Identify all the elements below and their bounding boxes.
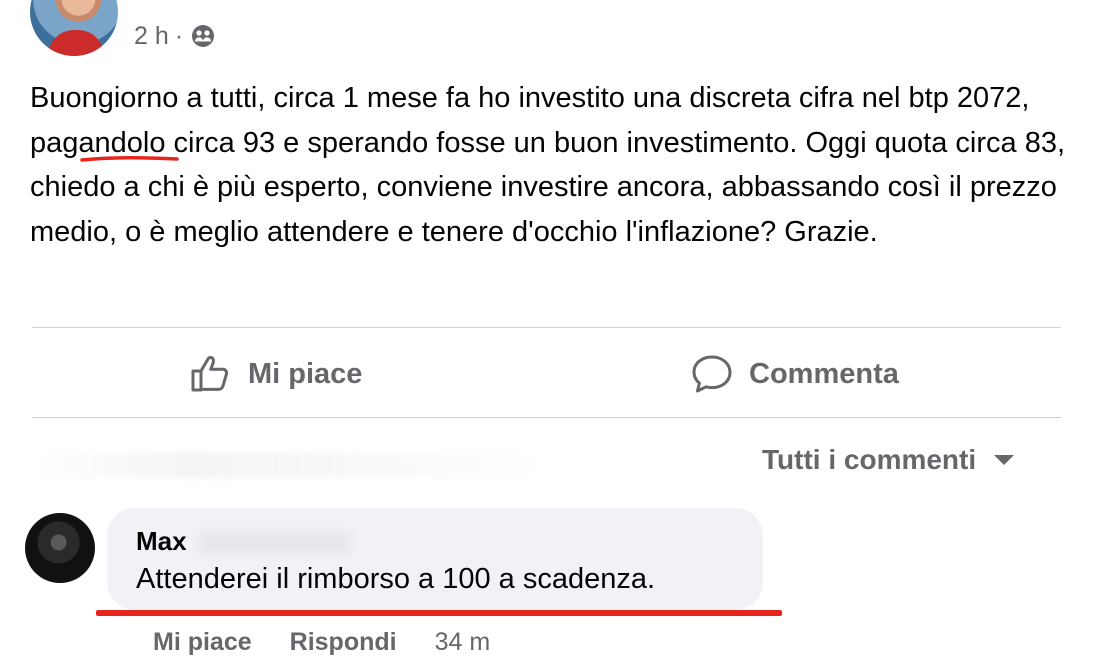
comments-filter-button[interactable]: Tutti i commenti: [762, 440, 1015, 480]
speech-bubble-icon: [692, 355, 732, 393]
divider: [32, 417, 1061, 418]
post-text: Buongiorno a tutti, circa 1 mese fa ho i…: [30, 82, 1066, 248]
commenter-avatar[interactable]: [25, 513, 95, 583]
divider: [32, 327, 1061, 328]
blurred-reactions: [34, 452, 544, 478]
comment-label: Commenta: [749, 357, 899, 390]
comment-actions: Mi piace Rispondi 34 m: [153, 628, 490, 657]
comment-author[interactable]: Max: [136, 526, 187, 557]
friends-icon[interactable]: [191, 24, 215, 48]
caret-down-icon: [994, 455, 1015, 465]
comments-filter-label: Tutti i commenti: [762, 444, 977, 475]
comment-text: Attenderei il rimborso a 100 a scadenza.: [136, 563, 656, 595]
post-time[interactable]: 2 h: [134, 22, 169, 51]
thumbs-up-icon: [191, 356, 229, 392]
red-annotation-underline: [96, 610, 782, 616]
comment-like-button[interactable]: Mi piace: [153, 628, 252, 657]
post-meta: 2 h ·: [134, 18, 215, 54]
post-author-avatar[interactable]: [30, 0, 118, 56]
comment-button[interactable]: Commenta: [691, 352, 899, 396]
like-label: Mi piace: [248, 357, 363, 390]
comment-time[interactable]: 34 m: [435, 628, 491, 657]
comment-reply-button[interactable]: Rispondi: [290, 628, 397, 657]
meta-separator: ·: [174, 21, 184, 50]
avatar-shirt: [48, 30, 104, 56]
like-button[interactable]: Mi piace: [190, 352, 362, 396]
blurred-surname: [200, 532, 350, 554]
